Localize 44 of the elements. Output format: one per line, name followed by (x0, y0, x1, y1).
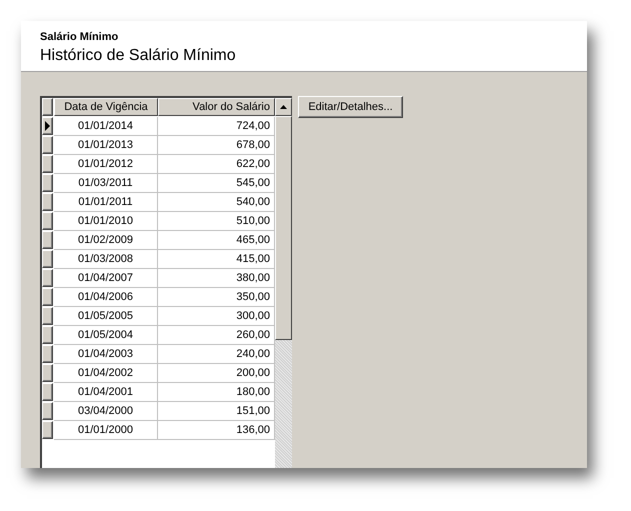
table-cell: 01/03/2008 (54, 250, 158, 269)
row-selector[interactable] (42, 288, 53, 306)
table-cell: 01/02/2009 (54, 231, 158, 250)
table-cell: 01/01/2011 (54, 193, 158, 212)
table-cell: 01/04/2002 (54, 364, 158, 383)
row-selector[interactable] (42, 212, 53, 230)
row-selector[interactable] (42, 326, 53, 344)
column-header[interactable]: Data de Vigência (54, 98, 158, 116)
row-selector[interactable] (42, 231, 53, 249)
row-selector[interactable] (42, 307, 53, 325)
table-cell: 01/04/2006 (54, 288, 158, 307)
row-selector[interactable] (42, 383, 53, 401)
row-selector[interactable] (42, 136, 53, 154)
row-selector[interactable] (42, 155, 53, 173)
table-cell: 01/01/2014 (54, 117, 158, 136)
table-cell: 03/04/2000 (54, 402, 158, 421)
table-cell: 01/01/2013 (54, 136, 158, 155)
vertical-scrollbar[interactable] (275, 98, 292, 468)
current-row-icon (45, 121, 50, 131)
table-cell: 01/05/2005 (54, 307, 158, 326)
row-selector[interactable] (42, 174, 53, 192)
row-selector[interactable] (42, 269, 53, 287)
up-arrow-icon (280, 105, 287, 109)
row-selector[interactable] (42, 421, 53, 439)
scroll-up-button[interactable] (275, 98, 292, 116)
table-cell: 01/04/2001 (54, 383, 158, 402)
header-subtitle: Salário Mínimo (40, 31, 120, 44)
row-selector[interactable] (42, 193, 53, 211)
row-selector[interactable] (42, 250, 53, 268)
table-cell: 01/05/2004 (54, 326, 158, 345)
column-header[interactable]: Valor do Salário (158, 98, 275, 116)
table-cell: 01/04/2003 (54, 345, 158, 364)
row-selector[interactable] (42, 117, 53, 135)
row-selector[interactable] (42, 345, 53, 363)
table-cell: 01/01/2012 (54, 155, 158, 174)
row-selector[interactable] (42, 364, 53, 382)
table-cell: 01/01/2010 (54, 212, 158, 231)
header-title: Histórico de Salário Mínimo (40, 46, 237, 66)
edit-button[interactable]: Editar/Detalhes... (298, 96, 403, 118)
table-cell: 01/01/2000 (54, 421, 158, 440)
table-cell: 01/04/2007 (54, 269, 158, 288)
table-cell: 01/03/2011 (54, 174, 158, 193)
row-selector[interactable] (42, 402, 53, 420)
scroll-thumb[interactable] (275, 116, 292, 340)
